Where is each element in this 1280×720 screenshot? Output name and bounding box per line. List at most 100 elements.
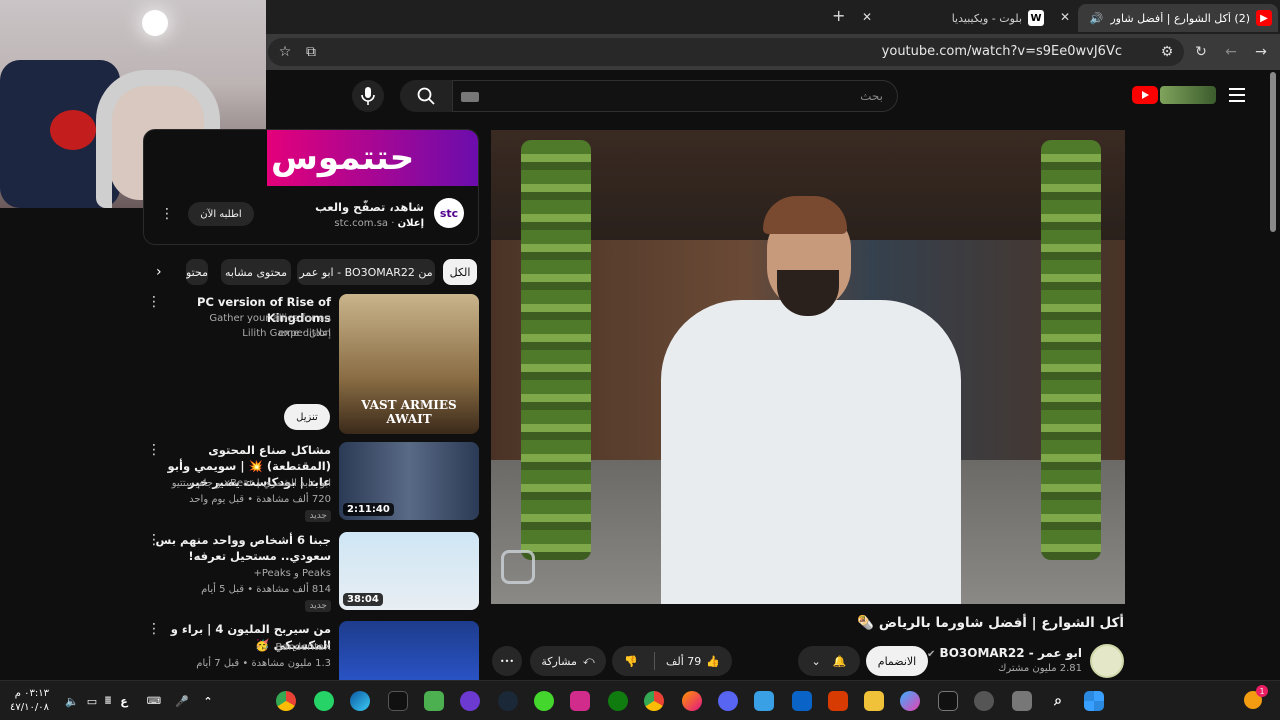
- tab-wikipedia[interactable]: W بلوت - ويكيبيديا: [880, 4, 1050, 32]
- copilot-app-icon[interactable]: [900, 691, 920, 711]
- share-page-icon[interactable]: ⧉: [300, 41, 322, 63]
- download-button[interactable]: تنزيل: [284, 404, 330, 430]
- chips-next-arrow[interactable]: ›: [156, 264, 162, 280]
- speaker-icon[interactable]: 🔈: [62, 691, 82, 711]
- ad-more-icon[interactable]: ⋮: [160, 206, 174, 222]
- menu-hamburger-icon[interactable]: [1229, 88, 1245, 102]
- like-count: 79 ألف: [666, 654, 702, 668]
- capcut-app-icon[interactable]: [388, 691, 408, 711]
- settings-gear-icon[interactable]: [974, 691, 994, 711]
- more-options-icon[interactable]: ⋮: [147, 442, 161, 458]
- more-options-icon[interactable]: ⋮: [147, 294, 161, 310]
- discord-app-icon[interactable]: [718, 691, 738, 711]
- plant-column-right: [1041, 140, 1101, 560]
- search-button[interactable]: [400, 80, 452, 112]
- close-tab-icon[interactable]: ✕: [1060, 10, 1070, 24]
- video-thumbnail[interactable]: 38:04: [339, 532, 479, 610]
- office-app-icon[interactable]: [828, 691, 848, 711]
- chrome-app-icon[interactable]: [644, 691, 664, 711]
- task-view-icon[interactable]: [1012, 691, 1032, 711]
- razer-app-icon[interactable]: [534, 691, 554, 711]
- thumbnail-caption: VAST ARMIES AWAIT: [361, 398, 457, 426]
- address-bar[interactable]: youtube.com/watch?v=s9Ee0wvJ6Vc ⚙ ☆ ⧉: [268, 38, 1184, 66]
- list-item-video[interactable]: 2:11:40 مشاكل صناع المحتوى (المقتطعة) 💥 …: [143, 442, 479, 522]
- voice-search-button[interactable]: [352, 80, 384, 112]
- file-explorer-icon[interactable]: [864, 691, 884, 711]
- subscriber-count: 2.81 مليون مشترك: [998, 663, 1082, 674]
- windows-start-icon[interactable]: [1084, 691, 1104, 711]
- keyboard-icon[interactable]: ⌨: [144, 691, 164, 711]
- dislike-button[interactable]: 👎: [624, 655, 638, 668]
- keyboard-icon[interactable]: [461, 92, 479, 102]
- outlook-app-icon[interactable]: [792, 691, 812, 711]
- more-options-icon[interactable]: ⋮: [147, 621, 161, 637]
- microphone-icon[interactable]: 🎤: [172, 691, 192, 711]
- obs-app-icon[interactable]: [460, 691, 480, 711]
- like-button[interactable]: 👍: [706, 655, 720, 668]
- search-input[interactable]: بحث: [452, 80, 898, 112]
- edge-app-icon[interactable]: [350, 691, 370, 711]
- tab-title: (2) أكل الشوارع | أفضل شاور: [1110, 11, 1250, 25]
- video-thumbnail[interactable]: 2:11:40: [339, 442, 479, 520]
- reload-icon[interactable]: ↻: [1190, 41, 1212, 63]
- notification-count-badge: 1: [1256, 685, 1268, 697]
- capcut-app-icon[interactable]: [938, 691, 958, 711]
- chip-partial[interactable]: محتو: [186, 259, 208, 285]
- whatsapp-app-icon[interactable]: [314, 691, 334, 711]
- more-actions-button[interactable]: •••: [492, 646, 522, 676]
- firefox-app-icon[interactable]: [682, 691, 702, 711]
- ad-card[interactable]: حتتموس stc شاهد، تصفّح والعب إعلان · stc…: [143, 129, 479, 245]
- channel-name[interactable]: Peaks و Peaks+: [155, 566, 331, 581]
- channel-name[interactable]: ابو عابد الشمري | xBear و جام ستتيو: [155, 476, 331, 491]
- site-settings-icon[interactable]: ⚙: [1156, 41, 1178, 63]
- ad-title: شاهد، تصفّح والعب: [315, 200, 424, 214]
- bookmark-star-icon[interactable]: ☆: [274, 41, 296, 63]
- chip-all[interactable]: الكل: [443, 259, 477, 285]
- video-thumbnail[interactable]: VAST ARMIES AWAIT: [339, 294, 479, 434]
- youtube-favicon: ▶: [1256, 10, 1272, 26]
- video-title: أكل الشوارع | أفضل شاورما بالرياض 🌯: [857, 615, 1124, 631]
- minecraft-app-icon[interactable]: [424, 691, 444, 711]
- tab-youtube-video[interactable]: ▶ (2) أكل الشوارع | أفضل شاور 🔊: [1078, 4, 1278, 32]
- mail-app-icon[interactable]: [754, 691, 774, 711]
- ad-cta-button[interactable]: اطلبه الآن: [188, 202, 254, 226]
- share-button[interactable]: مشاركة ⤺: [530, 646, 606, 676]
- list-item-video[interactable]: من سيربح المليون 4 | براء و المكسيكي 🥳 B…: [143, 621, 479, 680]
- channel-name[interactable]: ابو عمر - BO3OMAR22 ✔: [927, 646, 1082, 660]
- url-text: youtube.com/watch?v=s9Ee0wvJ6Vc: [881, 44, 1122, 59]
- video-player[interactable]: [491, 130, 1125, 604]
- video-duration: 38:04: [343, 593, 383, 606]
- video-thumbnail[interactable]: [339, 621, 479, 680]
- subscribed-bell-button[interactable]: ⌄ 🔔: [798, 646, 860, 676]
- join-button[interactable]: الانضمام: [866, 646, 928, 676]
- new-badge: جديد: [305, 510, 331, 522]
- stc-logo: stc: [434, 198, 464, 228]
- xbox-app-icon[interactable]: [608, 691, 628, 711]
- search-icon[interactable]: ⌕: [1048, 691, 1068, 711]
- chip-related[interactable]: محتوى مشابه: [221, 259, 291, 285]
- ad-advertiser: Lilith Game · إعلان: [242, 328, 331, 339]
- youtube-logo[interactable]: [1132, 86, 1158, 104]
- audio-playing-icon[interactable]: 🔊: [1088, 10, 1104, 26]
- notification-widget[interactable]: 1: [1244, 685, 1268, 709]
- chip-from-channel[interactable]: من BO3OMAR22 - ابو عمر: [297, 259, 435, 285]
- steam-app-icon[interactable]: [498, 691, 518, 711]
- back-arrow-icon[interactable]: ←: [1220, 41, 1242, 63]
- forward-arrow-icon[interactable]: →: [1250, 41, 1272, 63]
- new-tab-button[interactable]: +: [832, 6, 845, 25]
- page-scrollbar[interactable]: [1270, 72, 1278, 680]
- more-options-icon[interactable]: ⋮: [147, 532, 161, 548]
- list-item-ad-rok[interactable]: VAST ARMIES AWAIT PC version of Rise of …: [143, 294, 479, 434]
- video-title[interactable]: جبنا 6 أشخاص وواحد منهم بس سعودي.. مستحي…: [155, 532, 331, 564]
- chevron-up-icon[interactable]: ⌃: [198, 691, 218, 711]
- channel-name[interactable]: BanderitaX: [155, 640, 331, 655]
- channel-avatar[interactable]: [1090, 644, 1124, 678]
- scroll-thumb[interactable]: [1270, 72, 1276, 232]
- list-item-video[interactable]: 38:04 جبنا 6 أشخاص وواحد منهم بس سعودي..…: [143, 532, 479, 612]
- clock[interactable]: ٠٣:١٣ م ٤٧/١٠/٠٨: [10, 687, 49, 715]
- app-icon[interactable]: [570, 691, 590, 711]
- input-language[interactable]: ع: [114, 691, 134, 711]
- close-tab-icon[interactable]: ✕: [862, 10, 872, 24]
- ad-banner[interactable]: حتتموس: [267, 130, 478, 186]
- chrome-app-icon[interactable]: [276, 691, 296, 711]
